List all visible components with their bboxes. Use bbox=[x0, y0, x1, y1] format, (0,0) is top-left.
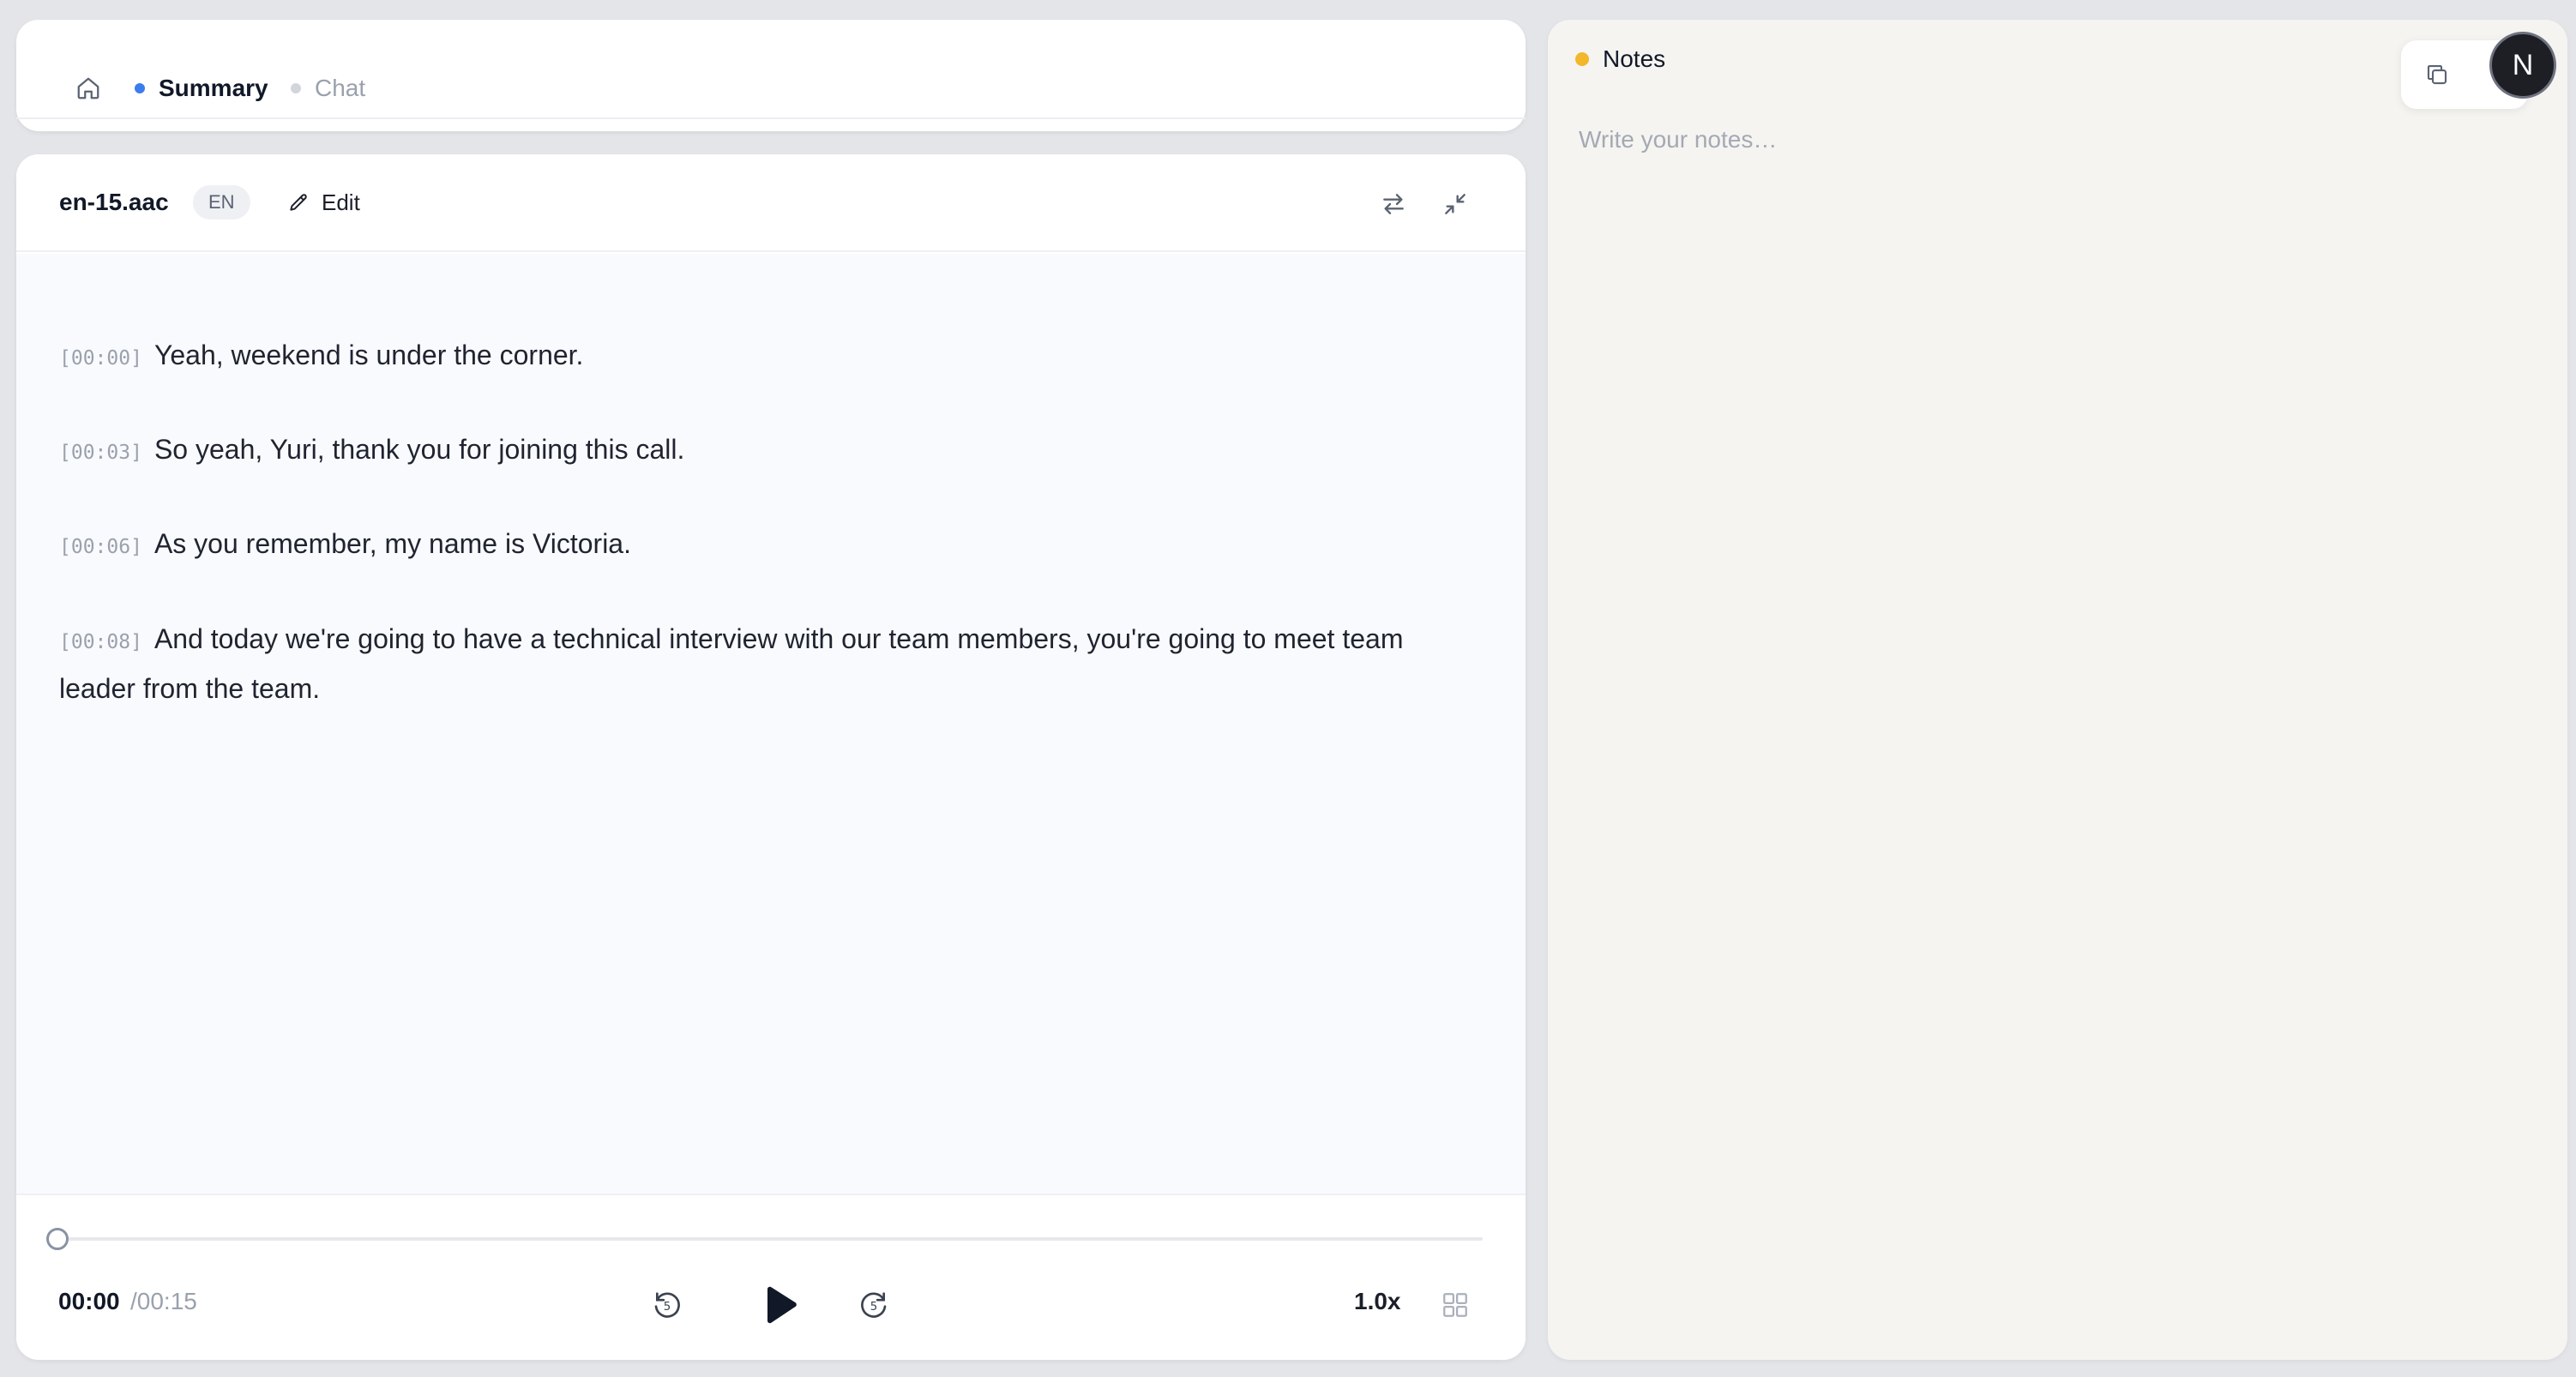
transcript-segment[interactable]: [00:00] Yeah, weekend is under the corner… bbox=[59, 332, 1483, 382]
seek-bar[interactable] bbox=[57, 1237, 1483, 1241]
collapse-button[interactable] bbox=[1436, 185, 1474, 223]
transcript-segment[interactable]: [00:06] As you remember, my name is Victo… bbox=[59, 520, 1483, 570]
avatar-initial: N bbox=[2512, 48, 2534, 81]
copy-icon bbox=[2427, 64, 2447, 85]
transcript-header: en-15.aac EN Edit bbox=[16, 154, 1526, 252]
pencil-icon bbox=[290, 194, 307, 211]
audio-player bbox=[16, 1194, 1526, 1360]
notes-input[interactable] bbox=[1579, 126, 2531, 1309]
seek-handle[interactable] bbox=[46, 1228, 69, 1250]
current-time: 00:00 bbox=[58, 1288, 120, 1314]
segment-timestamp[interactable]: [00:08] bbox=[59, 631, 142, 653]
play-icon bbox=[767, 1286, 797, 1324]
segment-timestamp[interactable]: [00:06] bbox=[59, 536, 142, 558]
forward-5-button[interactable]: 5 bbox=[855, 1286, 893, 1324]
transcript-segment[interactable]: [00:03] So yeah, Yuri, thank you for join… bbox=[59, 426, 1483, 476]
transcript-segment[interactable]: [00:08] And today we're going to have a t… bbox=[59, 616, 1483, 712]
notes-header: Notes bbox=[1575, 44, 1665, 75]
segment-timestamp[interactable]: [00:00] bbox=[59, 347, 142, 370]
grid-view-button[interactable] bbox=[1438, 1288, 1472, 1322]
user-avatar[interactable]: N bbox=[2489, 32, 2556, 99]
segment-text: And today we're going to have a technica… bbox=[59, 623, 1404, 704]
play-button[interactable] bbox=[751, 1278, 806, 1332]
total-time: /00:15 bbox=[130, 1288, 197, 1314]
home-icon bbox=[77, 77, 99, 99]
notes-status-dot bbox=[1575, 52, 1589, 66]
svg-text:5: 5 bbox=[870, 1301, 877, 1314]
rewind-5-icon: 5 bbox=[654, 1292, 680, 1318]
tab-bar: Summary Chat bbox=[16, 20, 1526, 131]
language-badge: EN bbox=[193, 185, 250, 219]
tab-chat-label: Chat bbox=[315, 75, 366, 101]
edit-button[interactable]: Edit bbox=[287, 185, 360, 219]
app-window: Summary Chat en-15.aac EN Edit [00:00] Y… bbox=[0, 0, 2576, 1377]
forward-5-icon: 5 bbox=[861, 1292, 887, 1318]
inactive-tab-dot bbox=[291, 83, 301, 93]
rewind-5-button[interactable]: 5 bbox=[648, 1286, 686, 1324]
tab-bar-divider bbox=[16, 117, 1526, 119]
active-tab-dot bbox=[135, 83, 145, 93]
swap-icon bbox=[1383, 194, 1404, 214]
tab-summary-label: Summary bbox=[159, 75, 268, 101]
segment-timestamp[interactable]: [00:03] bbox=[59, 442, 142, 464]
home-button[interactable] bbox=[69, 69, 107, 107]
notes-panel: Notes N bbox=[1548, 20, 2567, 1360]
collapse-icon bbox=[1445, 194, 1466, 214]
file-name: en-15.aac bbox=[59, 189, 169, 215]
tab-summary[interactable]: Summary bbox=[135, 71, 268, 105]
svg-text:5: 5 bbox=[664, 1301, 671, 1314]
segment-text: So yeah, Yuri, thank you for joining thi… bbox=[153, 434, 685, 465]
edit-button-label: Edit bbox=[322, 189, 360, 215]
playback-speed-button[interactable]: 1.0x bbox=[1354, 1288, 1401, 1315]
notes-title: Notes bbox=[1603, 45, 1666, 72]
tab-chat[interactable]: Chat bbox=[291, 71, 365, 105]
transcript-body bbox=[16, 254, 1526, 1348]
copy-button[interactable] bbox=[2418, 56, 2456, 93]
transcript-panel: en-15.aac EN Edit [00:00] Yeah, weekend … bbox=[16, 154, 1526, 1360]
swap-button[interactable] bbox=[1375, 185, 1412, 223]
grid-icon bbox=[1443, 1293, 1467, 1317]
segment-text: Yeah, weekend is under the corner. bbox=[153, 340, 584, 370]
segment-text: As you remember, my name is Victoria. bbox=[153, 528, 631, 559]
